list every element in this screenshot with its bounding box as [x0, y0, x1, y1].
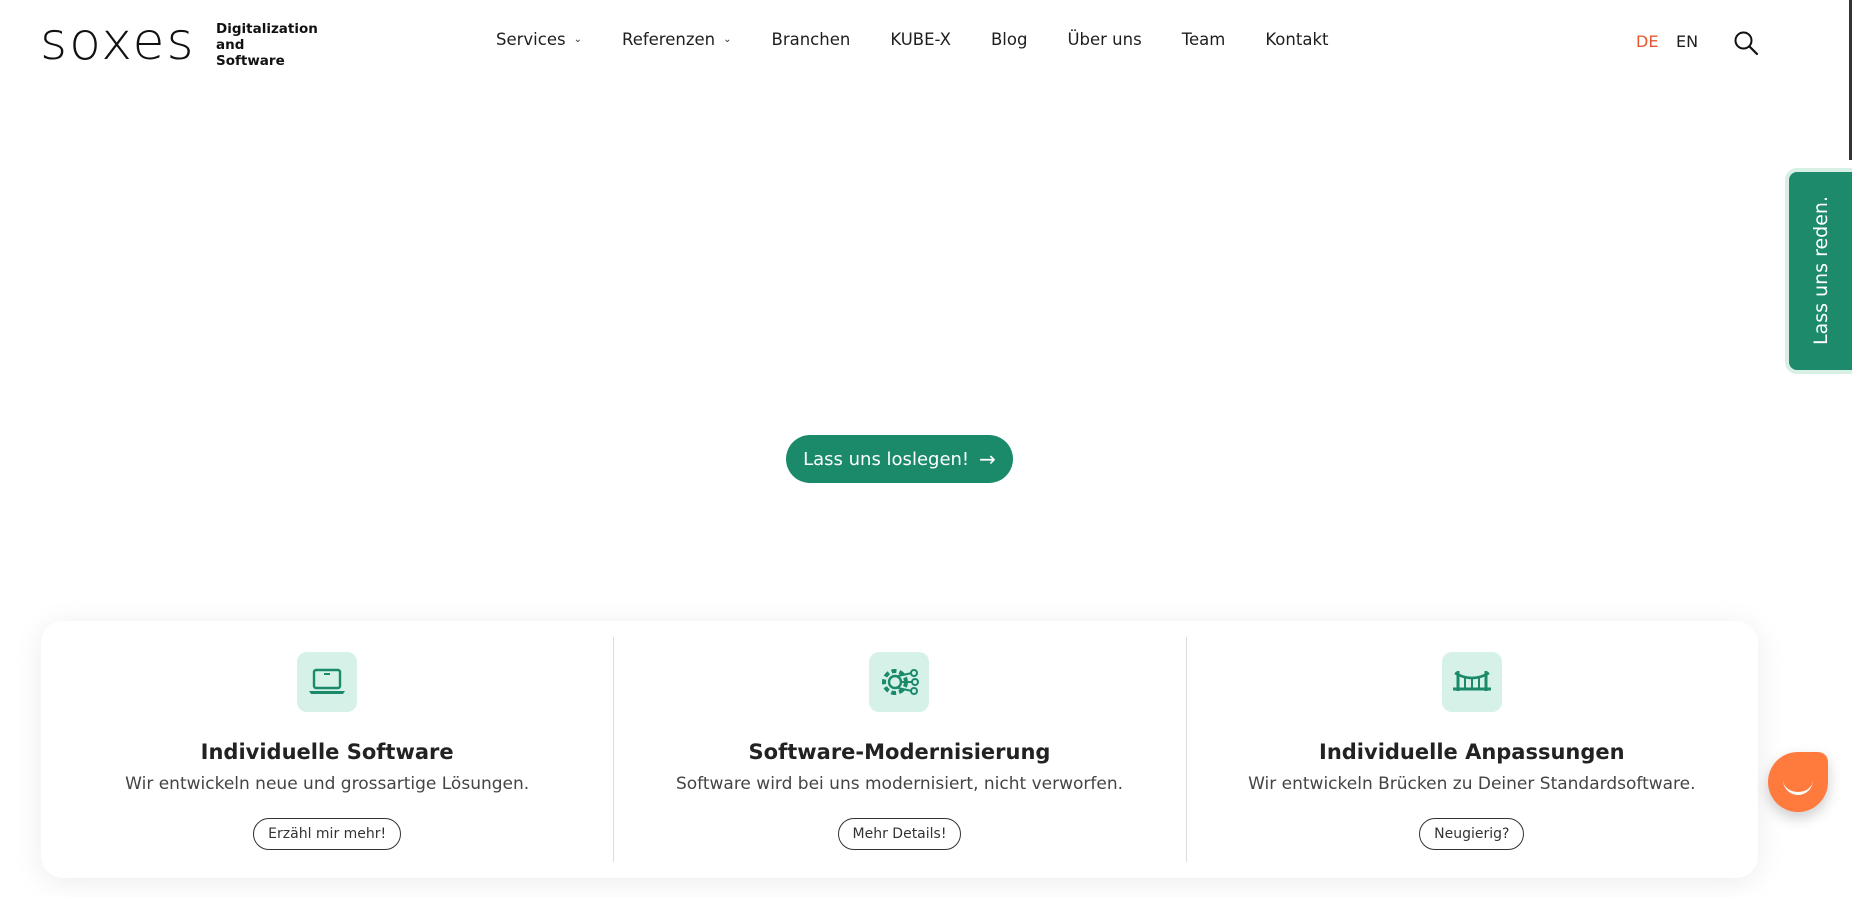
side-tab-label: Lass uns reden.: [1809, 196, 1832, 346]
logo-tagline-line1: Digitalization and: [216, 21, 318, 53]
nav-item-label: Team: [1181, 30, 1226, 49]
card-button-more[interactable]: Erzähl mir mehr!: [253, 818, 402, 850]
card-individuelle-software: Individuelle Software Wir entwickeln neu…: [41, 621, 613, 878]
cta-label: Lass uns loslegen!: [803, 448, 970, 470]
nav-item-label: KUBE-X: [890, 30, 951, 49]
logo-tagline: Digitalization and Software: [216, 21, 346, 69]
lang-de-link[interactable]: DE: [1636, 32, 1658, 51]
nav-item-label: Blog: [990, 30, 1028, 49]
chat-widget-button[interactable]: [1768, 752, 1828, 812]
card-description: Wir entwickeln Brücken zu Deiner Standar…: [1248, 774, 1696, 794]
card-software-modernisierung: Software-Modernisierung Software wird be…: [613, 621, 1185, 878]
contact-side-tab[interactable]: Lass uns reden.: [1789, 172, 1852, 370]
card-description: Wir entwickeln neue und grossartige Lösu…: [125, 774, 530, 794]
nav-item-kontakt[interactable]: Kontakt: [1265, 30, 1328, 49]
nav-item-blog[interactable]: Blog: [991, 30, 1027, 49]
arrow-right-icon: →: [979, 447, 996, 471]
card-button-curious[interactable]: Neugierig?: [1419, 818, 1525, 850]
card-title: Software-Modernisierung: [748, 740, 1051, 764]
lang-en-link[interactable]: EN: [1676, 32, 1698, 51]
nav-item-label: Referenzen: [621, 30, 716, 49]
nav-item-branchen[interactable]: Branchen: [772, 30, 851, 49]
card-title: Individuelle Software: [200, 740, 454, 764]
nav-item-kube-x[interactable]: KUBE-X: [890, 30, 951, 49]
logo-wordmark: soxes: [40, 12, 196, 72]
main-nav: Services ⌄ Referenzen ⌄ Branchen KUBE-X …: [496, 30, 1368, 49]
chevron-down-icon: ⌄: [723, 34, 732, 45]
laptop-icon: [309, 668, 346, 694]
search-button[interactable]: [1733, 30, 1759, 56]
nav-item-label: Über uns: [1067, 30, 1142, 49]
bridge-icon: [1452, 671, 1491, 691]
chevron-down-icon: ⌄: [573, 34, 582, 45]
services-cards: Individuelle Software Wir entwickeln neu…: [41, 621, 1758, 878]
get-started-button[interactable]: Lass uns loslegen! →: [786, 435, 1013, 483]
nav-item-label: Branchen: [771, 30, 851, 49]
card-button-details[interactable]: Mehr Details!: [837, 818, 962, 850]
nav-item-referenzen[interactable]: Referenzen ⌄: [622, 30, 732, 49]
nav-item-team[interactable]: Team: [1182, 30, 1226, 49]
nav-item-services[interactable]: Services ⌄: [496, 30, 582, 49]
site-header: soxes Digitalization and Software Servic…: [0, 0, 1852, 86]
card-description: Software wird bei uns modernisiert, nich…: [675, 774, 1124, 794]
nav-item-label: Kontakt: [1265, 30, 1329, 49]
logo-tagline-line2: Software: [216, 53, 285, 69]
nav-item-label: Services: [496, 30, 566, 49]
logo[interactable]: soxes: [40, 12, 196, 72]
search-icon: [1734, 31, 1759, 56]
nav-item-ueber-uns[interactable]: Über uns: [1067, 30, 1141, 49]
gear-network-icon: [882, 669, 920, 695]
card-title: Individuelle Anpassungen: [1319, 740, 1625, 764]
card-individuelle-anpassungen: Individuelle Anpassungen Wir entwickeln …: [1185, 621, 1758, 878]
